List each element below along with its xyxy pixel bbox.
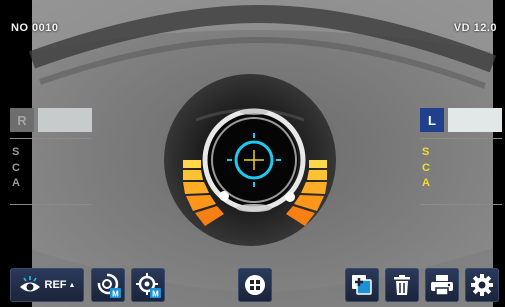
patient-number: NO 0010 <box>11 22 59 34</box>
axis-label: A <box>12 177 20 189</box>
left-eye-sca-labels: S C A <box>420 139 502 192</box>
cylinder-label: C <box>422 161 430 174</box>
trash-icon <box>394 275 410 295</box>
settings-button[interactable] <box>465 268 499 302</box>
manual-measure-icon: M <box>97 273 121 299</box>
measurement-screen: NO 0010 VD 12.0 R S C A L S C A REF ▲ M … <box>0 0 505 307</box>
svg-text:M: M <box>152 290 159 299</box>
left-eye-value-box <box>448 108 502 132</box>
right-eye-button[interactable]: R <box>10 108 34 132</box>
divider <box>420 203 502 205</box>
grid-menu-icon <box>245 275 265 295</box>
chevron-up-icon: ▲ <box>68 281 76 289</box>
divider <box>10 203 92 205</box>
print-button[interactable] <box>425 268 459 302</box>
add-icon <box>352 275 372 295</box>
delete-button[interactable] <box>385 268 419 302</box>
gear-icon <box>471 274 493 296</box>
right-eye-value-box <box>38 108 92 132</box>
ref-mode-label: REF <box>44 279 67 291</box>
cylinder-label: C <box>12 161 20 174</box>
crosshair-target-icon: M <box>136 273 161 299</box>
add-data-button[interactable] <box>345 268 379 302</box>
svg-text:M: M <box>112 290 119 299</box>
vertex-distance: VD 12.0 <box>453 22 497 34</box>
left-eye-panel: L S C A <box>420 108 502 205</box>
printer-icon <box>431 275 453 296</box>
left-eye-button[interactable]: L <box>420 108 444 132</box>
axis-label: A <box>422 177 430 189</box>
home-button[interactable] <box>238 268 272 302</box>
right-eye-sca-labels: S C A <box>10 139 92 192</box>
eye-icon <box>19 276 40 292</box>
sphere-label: S <box>12 146 20 158</box>
manual-measure-button[interactable]: M <box>91 268 125 302</box>
ref-mode-button[interactable]: REF ▲ <box>10 268 84 302</box>
sphere-label: S <box>422 146 430 158</box>
manual-align-button[interactable]: M <box>131 268 165 302</box>
right-eye-panel: R S C A <box>10 108 92 205</box>
